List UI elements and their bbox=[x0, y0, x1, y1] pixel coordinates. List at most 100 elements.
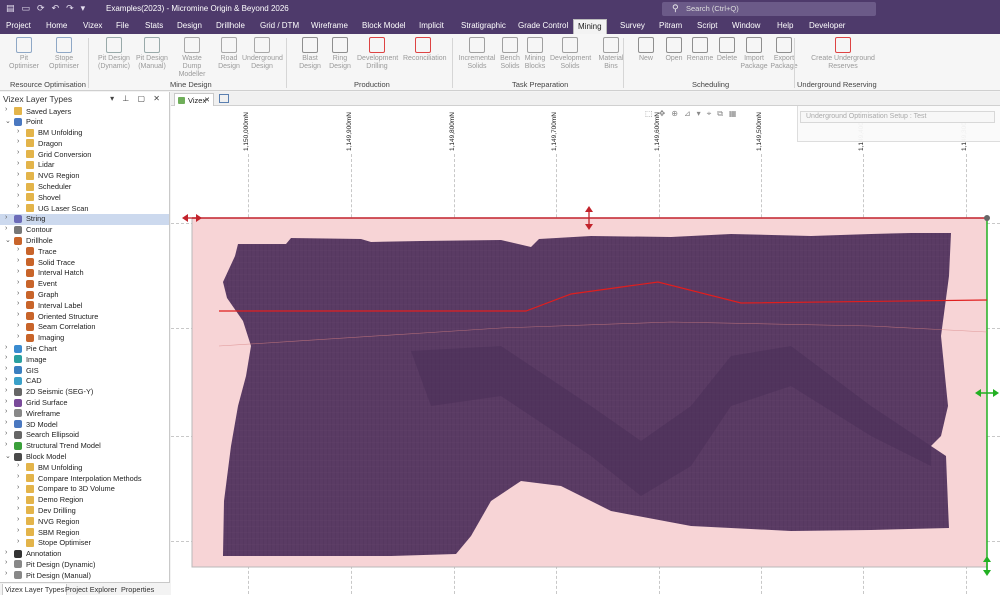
expand-chevron-icon[interactable]: › bbox=[17, 246, 19, 253]
tree-item-structural-trend-model[interactable]: › Structural Trend Model bbox=[0, 441, 169, 452]
pit-design-dynamic-button[interactable]: Pit Design (Dynamic) bbox=[94, 37, 134, 71]
tree-item-solid-trace[interactable]: › Solid Trace bbox=[0, 257, 169, 268]
tree-item-demo-region[interactable]: › Demo Region bbox=[0, 495, 169, 506]
menu-design[interactable]: Design bbox=[177, 21, 202, 30]
underground-design-button[interactable]: Underground Design bbox=[242, 37, 283, 71]
tree-item-point[interactable]: ⌄ Point bbox=[0, 117, 169, 128]
expand-chevron-icon[interactable]: › bbox=[17, 322, 19, 329]
tree-item-dragon[interactable]: › Dragon bbox=[0, 138, 169, 149]
tree-item-trace[interactable]: › Trace bbox=[0, 246, 169, 257]
tree-item-image[interactable]: › Image bbox=[0, 354, 169, 365]
expand-chevron-icon[interactable]: › bbox=[17, 257, 19, 264]
menu-stats[interactable]: Stats bbox=[145, 21, 163, 30]
expand-chevron-icon[interactable]: › bbox=[17, 527, 19, 534]
expand-chevron-icon[interactable]: › bbox=[5, 387, 7, 394]
tree-item-string[interactable]: › String bbox=[0, 213, 169, 225]
tree-item-block-model[interactable]: ⌄ Block Model bbox=[0, 452, 169, 463]
create-underground-reserves-button[interactable]: Create Underground Reserves bbox=[810, 37, 876, 71]
tab-properties[interactable]: Properties bbox=[119, 584, 156, 595]
tree-item-cad[interactable]: › CAD bbox=[0, 376, 169, 387]
pit-optimiser-button[interactable]: Pit Optimiser bbox=[4, 37, 44, 71]
tree-item-graph[interactable]: › Graph bbox=[0, 290, 169, 301]
expand-chevron-icon[interactable]: › bbox=[17, 495, 19, 502]
tree-item-event[interactable]: › Event bbox=[0, 279, 169, 290]
expand-chevron-icon[interactable]: › bbox=[5, 344, 7, 351]
tree-item-interval-label[interactable]: › Interval Label bbox=[0, 300, 169, 311]
tree-item-wireframe[interactable]: › Wireframe bbox=[0, 408, 169, 419]
expand-chevron-icon[interactable]: › bbox=[5, 365, 7, 372]
menu-pitram[interactable]: Pitram bbox=[659, 21, 682, 30]
expand-chevron-icon[interactable]: › bbox=[5, 430, 7, 437]
expand-chevron-icon[interactable]: › bbox=[17, 182, 19, 189]
development-solids-button[interactable]: Development Solids bbox=[550, 37, 591, 71]
tree-item-search-ellipsoid[interactable]: › Search Ellipsoid bbox=[0, 430, 169, 441]
new-window-icon[interactable] bbox=[219, 94, 229, 103]
menu-script[interactable]: Script bbox=[697, 21, 717, 30]
expand-chevron-icon[interactable]: › bbox=[17, 160, 19, 167]
panel-controls[interactable]: ▾ ⊥ ▢ ✕ bbox=[110, 94, 163, 103]
tree-item-pie-chart[interactable]: › Pie Chart bbox=[0, 344, 169, 355]
expand-chevron-icon[interactable]: › bbox=[17, 192, 19, 199]
menu-stratigraphic[interactable]: Stratigraphic bbox=[461, 21, 506, 30]
expand-chevron-icon[interactable]: › bbox=[5, 549, 7, 556]
expand-chevron-icon[interactable]: › bbox=[5, 559, 7, 566]
underground-optimisation-setup-title[interactable]: Underground Optimisation Setup : Test bbox=[800, 111, 995, 123]
tree-item-bm-unfolding[interactable]: › BM Unfolding bbox=[0, 128, 169, 139]
undo-icon[interactable]: ↶ bbox=[52, 3, 60, 14]
tree-item-compare-interpolation-methods[interactable]: › Compare Interpolation Methods bbox=[0, 473, 169, 484]
snap-icon[interactable]: ⊕ bbox=[671, 109, 678, 121]
tree-item-dev-drilling[interactable]: › Dev Drilling bbox=[0, 505, 169, 516]
expand-chevron-icon[interactable]: › bbox=[5, 225, 7, 232]
grid-toggle-icon[interactable]: ▦ bbox=[729, 109, 737, 121]
measure-icon[interactable]: ⊿ bbox=[684, 109, 691, 121]
target-icon[interactable]: ⌖ bbox=[707, 109, 712, 121]
expand-chevron-icon[interactable]: › bbox=[5, 354, 7, 361]
tree-item-drillhole[interactable]: ⌄ Drillhole bbox=[0, 236, 169, 247]
tree-item-ug-laser-scan[interactable]: › UG Laser Scan bbox=[0, 203, 169, 214]
expand-chevron-icon[interactable]: › bbox=[5, 570, 7, 577]
stope-optimiser-button[interactable]: Stope Optimiser bbox=[44, 37, 84, 71]
menu-grade-control[interactable]: Grade Control bbox=[518, 21, 568, 30]
expand-chevron-icon[interactable]: › bbox=[17, 149, 19, 156]
app-logo-icon[interactable]: ▤ bbox=[6, 3, 15, 14]
expand-chevron-icon[interactable]: › bbox=[5, 376, 7, 383]
expand-chevron-icon[interactable]: › bbox=[17, 462, 19, 469]
menu-grid-dtm[interactable]: Grid / DTM bbox=[260, 21, 299, 30]
corner-handle[interactable] bbox=[984, 215, 990, 221]
tree-item-oriented-structure[interactable]: › Oriented Structure bbox=[0, 311, 169, 322]
tab-project-explorer[interactable]: Project Explorer bbox=[63, 584, 119, 595]
tree-item-seam-correlation[interactable]: › Seam Correlation bbox=[0, 322, 169, 333]
select-tool-icon[interactable]: ⬚ bbox=[645, 109, 653, 121]
collapse-chevron-icon[interactable]: ⌄ bbox=[5, 117, 11, 125]
expand-chevron-icon[interactable]: › bbox=[17, 171, 19, 178]
clip-icon[interactable]: ⧉ bbox=[717, 109, 723, 121]
vizex-viewport[interactable]: 1,150,000mN 1,149,900mN 1,149,800mN 1,149,7… bbox=[171, 106, 1000, 595]
expand-chevron-icon[interactable]: › bbox=[17, 516, 19, 523]
menu-implicit[interactable]: Implicit bbox=[419, 21, 444, 30]
refresh-icon[interactable]: ⟳ bbox=[37, 3, 45, 14]
tree-item-grid-surface[interactable]: › Grid Surface bbox=[0, 398, 169, 409]
expand-chevron-icon[interactable]: › bbox=[5, 398, 7, 405]
redo-icon[interactable]: ↷ bbox=[66, 3, 74, 14]
expand-chevron-icon[interactable]: › bbox=[5, 106, 7, 113]
tree-item-nvg-region[interactable]: › NVG Region bbox=[0, 516, 169, 527]
pan-tool-icon[interactable]: ✥ bbox=[659, 109, 666, 121]
reconciliation-button[interactable]: Reconciliation bbox=[403, 37, 447, 63]
tree-item-stope-optimiser[interactable]: › Stope Optimiser bbox=[0, 538, 169, 549]
tree-item-3d-model[interactable]: › 3D Model bbox=[0, 419, 169, 430]
expand-chevron-icon[interactable]: › bbox=[17, 138, 19, 145]
tree-item-gis[interactable]: › GIS bbox=[0, 365, 169, 376]
expand-chevron-icon[interactable]: › bbox=[17, 473, 19, 480]
expand-chevron-icon[interactable]: › bbox=[17, 333, 19, 340]
waste-dump-button[interactable]: Waste Dump Modeller bbox=[172, 37, 212, 79]
expand-chevron-icon[interactable]: › bbox=[17, 484, 19, 491]
expand-chevron-icon[interactable]: › bbox=[17, 290, 19, 297]
tree-item-sbm-region[interactable]: › SBM Region bbox=[0, 527, 169, 538]
pit-design-manual-button[interactable]: Pit Design (Manual) bbox=[132, 37, 172, 71]
menu-mining[interactable]: Mining bbox=[573, 19, 607, 34]
menu-project[interactable]: Project bbox=[6, 21, 31, 30]
search-input[interactable]: ⚲ Search (Ctrl+Q) bbox=[662, 2, 876, 16]
tree-item-nvg-region[interactable]: › NVG Region bbox=[0, 171, 169, 182]
expand-chevron-icon[interactable]: › bbox=[5, 441, 7, 448]
menu-help[interactable]: Help bbox=[777, 21, 793, 30]
